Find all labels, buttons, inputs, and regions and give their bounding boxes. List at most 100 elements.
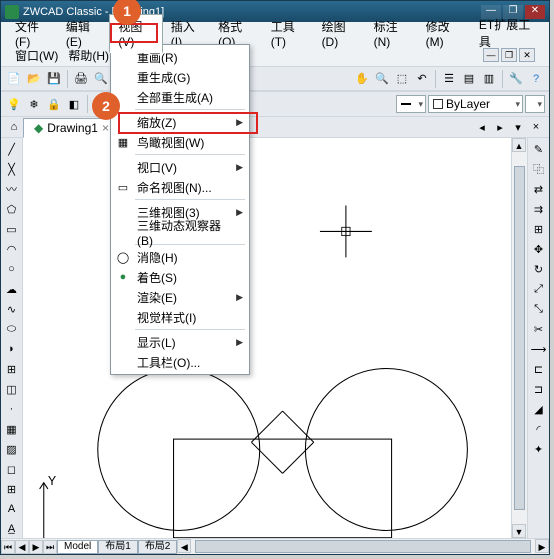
rectangle-tool[interactable]: ▭ — [3, 220, 21, 238]
point-tool[interactable]: · — [3, 400, 21, 418]
revcloud-tool[interactable]: ☁ — [3, 280, 21, 298]
tab-first-button[interactable]: ⏮ — [1, 540, 15, 554]
dropdown-visualstyle[interactable]: 视觉样式(I) — [111, 307, 249, 327]
hatch-tool[interactable]: ▦ — [3, 420, 21, 438]
zoom-realtime-button[interactable]: 🔍 — [373, 70, 391, 88]
properties-button[interactable]: ☰ — [440, 70, 458, 88]
dropdown-viewport[interactable]: 视口(V)▶ — [111, 157, 249, 177]
circle-tool[interactable]: ○ — [3, 260, 21, 278]
layer-manager-button[interactable]: 📑 — [92, 95, 110, 113]
tab-close-button[interactable]: × — [527, 118, 545, 136]
rotate-tool[interactable]: ↻ — [530, 260, 548, 278]
ellipse-tool[interactable]: ⬭ — [3, 320, 21, 338]
fillet-tool[interactable]: ◜ — [530, 420, 548, 438]
join-tool[interactable]: ⊐ — [530, 380, 548, 398]
dropdown-toolbars[interactable]: 工具栏(O)... — [111, 352, 249, 372]
menu-draw[interactable]: 绘图(D) — [314, 15, 366, 52]
region-tool[interactable]: ◻ — [3, 460, 21, 478]
preview-button[interactable]: 🔍 — [92, 70, 110, 88]
doc-home-button[interactable]: ⌂ — [5, 118, 23, 136]
dropdown-namedview[interactable]: ▭命名视图(N)... — [111, 177, 249, 197]
array-tool[interactable]: ⊞ — [530, 220, 548, 238]
menu-view[interactable]: 视图(V) — [109, 14, 162, 53]
close-tab-icon[interactable]: × — [102, 121, 109, 135]
line-tool[interactable]: ╱ — [3, 140, 21, 158]
scroll-left-arrow[interactable]: ◀ — [177, 539, 191, 553]
print-button[interactable]: 🖨 — [72, 70, 90, 88]
lineweight-combo[interactable] — [396, 95, 426, 113]
linetype-combo[interactable] — [525, 95, 545, 113]
spline-tool[interactable]: ∿ — [3, 300, 21, 318]
menu-modify[interactable]: 修改(M) — [418, 15, 471, 52]
toolpalette-button[interactable]: ▥ — [480, 70, 498, 88]
tab-menu-button[interactable]: ▾ — [509, 118, 527, 136]
tab-last-button[interactable]: ⏭ — [43, 540, 57, 554]
designcenter-button[interactable]: ▤ — [460, 70, 478, 88]
stretch-tool[interactable]: ⤡ — [530, 300, 548, 318]
menu-edit[interactable]: 编辑(E) — [58, 15, 109, 52]
dropdown-shade[interactable]: ●着色(S) — [111, 267, 249, 287]
dropdown-display[interactable]: 显示(L)▶ — [111, 332, 249, 352]
arc-tool[interactable]: ◠ — [3, 240, 21, 258]
layer-icon[interactable]: 💡 — [5, 95, 23, 113]
layout-tab-2[interactable]: 布局2 — [138, 540, 178, 554]
block-tool[interactable]: ◫ — [3, 380, 21, 398]
open-button[interactable]: 📂 — [25, 70, 43, 88]
drawing-canvas[interactable]: X Y — [23, 138, 511, 538]
offset-tool[interactable]: ⇉ — [530, 200, 548, 218]
scale-tool[interactable]: ⤢ — [530, 280, 548, 298]
chamfer-tool[interactable]: ◢ — [530, 400, 548, 418]
tab-nav-left[interactable]: ◂ — [473, 118, 491, 136]
mtext-tool[interactable]: A — [3, 500, 21, 518]
measure-button[interactable]: 🔧 — [507, 70, 525, 88]
trim-tool[interactable]: ✂ — [530, 320, 548, 338]
dropdown-regen[interactable]: 重生成(G) — [111, 67, 249, 87]
dropdown-orbit3d[interactable]: 三维动态观察器(B) — [111, 222, 249, 242]
insert-tool[interactable]: ⊞ — [3, 360, 21, 378]
menu-tools[interactable]: 工具(T) — [263, 15, 314, 52]
help-button[interactable]: ? — [527, 70, 545, 88]
extend-tool[interactable]: ⟶ — [530, 340, 548, 358]
gradient-tool[interactable]: ▨ — [3, 440, 21, 458]
layer-combo[interactable]: ByLayer — [428, 95, 523, 113]
document-tab[interactable]: ◆ Drawing1 × — [23, 118, 120, 138]
copy-tool[interactable]: ⿻ — [530, 160, 548, 178]
scroll-right-arrow[interactable]: ▶ — [535, 539, 549, 553]
pan-button[interactable]: ✋ — [353, 70, 371, 88]
menu-file[interactable]: 文件(F) — [7, 15, 58, 52]
layout-tab-1[interactable]: 布局1 — [98, 540, 138, 554]
save-button[interactable]: 💾 — [45, 70, 63, 88]
polyline-tool[interactable]: 〰 — [3, 180, 21, 198]
dropdown-hide[interactable]: ◯消隐(H) — [111, 247, 249, 267]
scroll-up-arrow[interactable]: ▲ — [512, 138, 526, 152]
erase-tool[interactable]: ✎ — [530, 140, 548, 158]
layout-tab-model[interactable]: Model — [57, 540, 98, 554]
new-button[interactable]: 📄 — [5, 70, 23, 88]
dropdown-regenall[interactable]: 全部重生成(A) — [111, 87, 249, 107]
scroll-thumb[interactable] — [514, 166, 525, 510]
scroll-thumb-h[interactable] — [195, 540, 531, 553]
freeze-icon[interactable]: ❄ — [25, 95, 43, 113]
dropdown-zoom[interactable]: 缩放(Z)▶ — [111, 112, 249, 132]
break-tool[interactable]: ⊏ — [530, 360, 548, 378]
menu-ettools[interactable]: ET扩展工具 — [471, 13, 543, 53]
vertical-scrollbar[interactable]: ▲ ▼ — [511, 138, 527, 538]
menu-annotate[interactable]: 标注(N) — [366, 15, 418, 52]
scroll-down-arrow[interactable]: ▼ — [512, 524, 526, 538]
zoom-window-button[interactable]: ⬚ — [393, 70, 411, 88]
tab-nav-right[interactable]: ▸ — [491, 118, 509, 136]
lock-icon[interactable]: 🔒 — [45, 95, 63, 113]
dropdown-aerial[interactable]: ▦鸟瞰视图(W) — [111, 132, 249, 152]
zoom-prev-button[interactable]: ↶ — [413, 70, 431, 88]
polygon-tool[interactable]: ⬠ — [3, 200, 21, 218]
explode-tool[interactable]: ✦ — [530, 440, 548, 458]
horizontal-scrollbar[interactable]: ◀ ▶ — [177, 539, 549, 554]
ellipsearc-tool[interactable]: ◗ — [3, 340, 21, 358]
table-tool[interactable]: ⊞ — [3, 480, 21, 498]
color-icon[interactable]: ◧ — [65, 95, 83, 113]
mirror-tool[interactable]: ⇄ — [530, 180, 548, 198]
dropdown-render[interactable]: 渲染(E)▶ — [111, 287, 249, 307]
move-tool[interactable]: ✥ — [530, 240, 548, 258]
tab-prev-button[interactable]: ◀ — [15, 540, 29, 554]
text-tool[interactable]: A̲ — [3, 520, 21, 538]
